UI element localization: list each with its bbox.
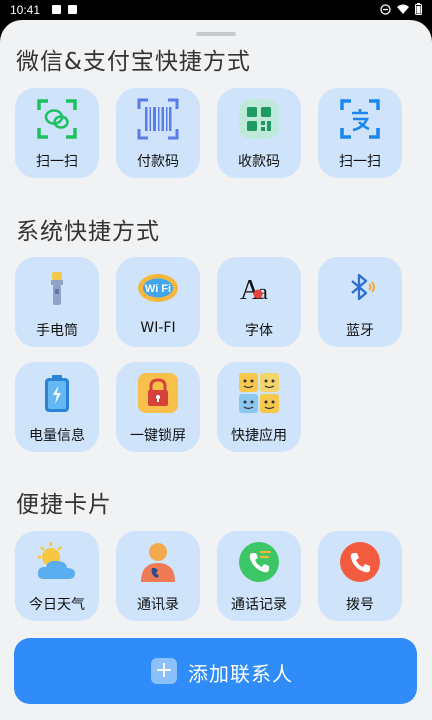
- wifi-signal-icon: [397, 4, 409, 14]
- tile-receive-code[interactable]: 收款码: [217, 88, 301, 178]
- tile-wifi[interactable]: Wi Fi WI-FI: [116, 257, 200, 347]
- tile-contacts[interactable]: 通讯录: [116, 531, 200, 621]
- gallery-notification-icon: [52, 5, 61, 14]
- font-icon: A a: [240, 275, 268, 306]
- tile-alipay-scan[interactable]: 扫一扫: [318, 88, 402, 178]
- tile-label: 通讯录: [137, 597, 179, 613]
- svg-text:Wi Fi: Wi Fi: [145, 283, 171, 295]
- tile-label: 拨号: [346, 597, 374, 613]
- shortcut-sheet: 微信&支付宝快捷方式 扫一扫 付款码 收款码 扫一扫 系统快捷方式 手电筒 Wi…: [0, 20, 432, 720]
- emoji-apps-icon: [239, 373, 279, 413]
- barcode-icon: [137, 98, 179, 140]
- do-not-disturb-icon: [380, 3, 391, 15]
- tile-wechat-scan[interactable]: 扫一扫: [15, 88, 99, 178]
- app-notification-icon: [68, 5, 77, 14]
- tile-bluetooth[interactable]: 蓝牙: [318, 257, 402, 347]
- tile-call-log[interactable]: 通话记录: [217, 531, 301, 621]
- tile-label: WI-FI: [140, 320, 176, 336]
- tile-label: 扫一扫: [36, 154, 78, 170]
- tile-battery-info[interactable]: 电量信息: [15, 362, 99, 452]
- tile-label: 今日天气: [29, 597, 85, 613]
- add-contact-button[interactable]: + 添加联系人: [14, 638, 417, 704]
- drag-handle[interactable]: [196, 32, 236, 36]
- tile-flashlight[interactable]: 手电筒: [15, 257, 99, 347]
- tile-payment-code[interactable]: 付款码: [116, 88, 200, 178]
- tile-label: 快捷应用: [231, 428, 287, 444]
- status-time: 10:41: [10, 3, 41, 17]
- tile-quick-apps[interactable]: 快捷应用: [217, 362, 301, 452]
- tile-label: 字体: [245, 323, 273, 339]
- section-title-cards: 便捷卡片: [16, 492, 112, 518]
- bluetooth-icon: [351, 273, 375, 301]
- flashlight-icon: [51, 272, 63, 305]
- tile-lock-screen[interactable]: 一键锁屏: [116, 362, 200, 452]
- weather-icon: [37, 542, 75, 579]
- tile-dial[interactable]: 拨号: [318, 531, 402, 621]
- plus-icon: +: [151, 658, 177, 684]
- tile-font[interactable]: A a 字体: [217, 257, 301, 347]
- tile-label: 付款码: [137, 154, 179, 170]
- tile-label: 通话记录: [231, 597, 287, 613]
- tile-label: 扫一扫: [339, 154, 381, 170]
- call-log-icon: [239, 542, 279, 582]
- tile-weather[interactable]: 今日天气: [15, 531, 99, 621]
- battery-icon: [45, 375, 69, 412]
- lock-icon: [138, 373, 178, 413]
- wifi-icon: Wi Fi: [138, 274, 178, 302]
- add-contact-label: 添加联系人: [188, 662, 293, 686]
- qrcode-icon: [239, 99, 279, 139]
- tile-label: 电量信息: [29, 428, 85, 444]
- tile-label: 蓝牙: [346, 323, 374, 339]
- contacts-icon: [141, 543, 175, 582]
- status-bar: 10:41: [0, 0, 432, 20]
- battery-status-icon: [415, 3, 422, 15]
- tile-label: 一键锁屏: [130, 428, 186, 444]
- tile-label: 手电筒: [36, 323, 78, 339]
- alipay-scan-icon: [340, 99, 380, 139]
- tile-label: 收款码: [238, 154, 280, 170]
- dial-icon: [340, 542, 380, 582]
- wechat-scan-icon: [37, 99, 77, 139]
- section-title-system: 系统快捷方式: [16, 219, 160, 245]
- section-title-wechat-alipay: 微信&支付宝快捷方式: [16, 49, 251, 75]
